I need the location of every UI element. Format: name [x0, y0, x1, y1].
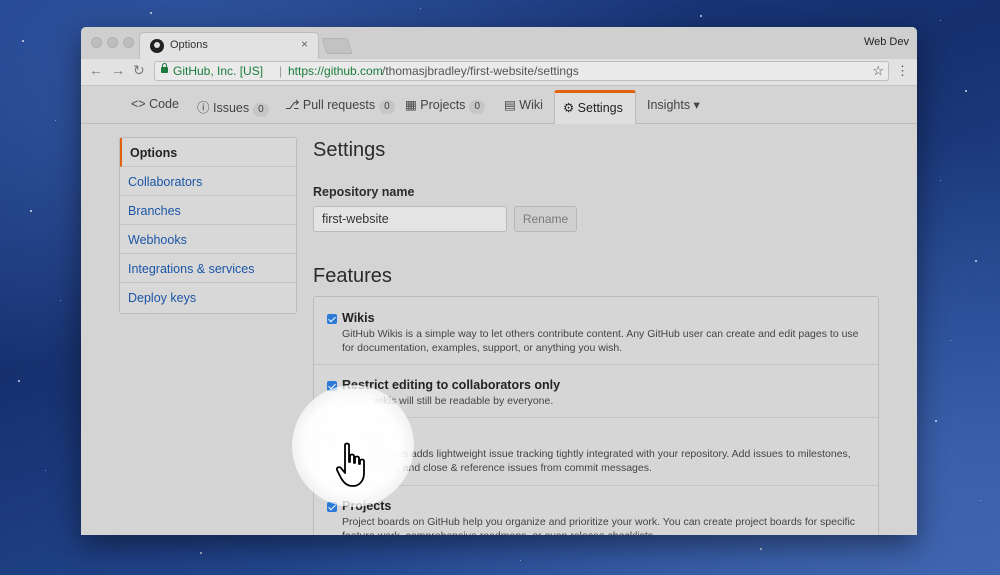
feature-description: Project boards on GitHub help you organi…: [342, 516, 856, 535]
browser-toolbar: ← → ↻ GitHub, Inc. [US] | https://github…: [81, 59, 917, 86]
tab-projects-label: ▦ Projects: [405, 98, 466, 112]
feature-issues: Issues GitHub Issues adds lightweight is…: [314, 418, 878, 486]
browser-menu-icon[interactable]: ⋮: [896, 63, 909, 79]
back-icon[interactable]: ←: [89, 62, 103, 78]
settings-sidebar: Options Collaborators Branches Webhooks …: [119, 137, 297, 314]
tab-pulls-label: ⎇ Pull requests: [285, 98, 376, 112]
sidebar-item-webhooks[interactable]: Webhooks: [120, 225, 296, 254]
lock-icon: [161, 63, 168, 73]
projects-counter: 0: [469, 100, 485, 114]
rename-button[interactable]: Rename: [514, 206, 577, 232]
restrict-editing-checkbox[interactable]: [327, 381, 337, 391]
repo-name-label: Repository name: [313, 185, 415, 199]
tab-settings-label: ⚙ Settings: [563, 101, 623, 115]
wikis-checkbox[interactable]: [327, 314, 337, 324]
features-box: Wikis GitHub Wikis is a simple way to le…: [313, 296, 879, 535]
tab-code[interactable]: <> Code: [131, 97, 179, 111]
reload-icon[interactable]: ↻: [133, 62, 145, 79]
tab-wiki[interactable]: ▤ Wiki: [504, 97, 543, 112]
browser-window: Options × Web Dev ← → ↻ GitHub, Inc. [US…: [81, 27, 917, 535]
close-tab-icon[interactable]: ×: [301, 37, 308, 51]
sidebar-item-integrations[interactable]: Integrations & services: [120, 254, 296, 283]
issues-counter: 0: [253, 103, 269, 117]
page-title: Settings: [313, 139, 386, 161]
tab-issues-label: ⓘ Issues: [197, 101, 250, 115]
feature-name: Wikis: [342, 311, 375, 325]
page-content: <> Code ⓘ Issues 0 ⎇ Pull requests 0 ▦ Pro…: [81, 86, 917, 535]
hand-cursor-icon: [336, 442, 365, 487]
browser-tab[interactable]: Options ×: [139, 32, 319, 59]
zoom-window-button[interactable]: [123, 37, 134, 48]
sidebar-item-collaborators[interactable]: Collaborators: [120, 167, 296, 196]
feature-description: GitHub Wikis is a simple way to let othe…: [342, 328, 859, 354]
tab-pull-requests[interactable]: ⎇ Pull requests 0: [285, 97, 395, 114]
tab-title: Options: [170, 39, 208, 51]
repo-nav: <> Code ⓘ Issues 0 ⎇ Pull requests 0 ▦ Pro…: [81, 86, 917, 124]
new-tab-button[interactable]: [321, 38, 353, 54]
feature-projects: Projects Project boards on GitHub help y…: [314, 486, 878, 535]
projects-checkbox[interactable]: [327, 502, 337, 512]
feature-description: GitHub Issues adds lightweight issue tra…: [342, 448, 851, 474]
sidebar-item-deploy-keys[interactable]: Deploy keys: [120, 283, 296, 312]
repo-name-input[interactable]: first-website: [313, 206, 507, 232]
tab-projects[interactable]: ▦ Projects 0: [405, 97, 485, 114]
feature-description: Public wikis will still be readable by e…: [342, 395, 554, 407]
pulls-counter: 0: [379, 100, 395, 114]
tab-issues[interactable]: ⓘ Issues 0: [197, 97, 269, 117]
bookmark-star-icon[interactable]: ☆: [872, 62, 884, 80]
feature-name: Projects: [342, 499, 392, 513]
github-icon: [150, 39, 164, 53]
tab-settings[interactable]: ⚙ Settings: [554, 90, 636, 124]
feature-name: Restrict editing to collaborators only: [342, 378, 561, 392]
url-separator: |: [279, 64, 283, 78]
address-bar[interactable]: GitHub, Inc. [US] | https://github.com /…: [154, 61, 889, 81]
sidebar-item-options[interactable]: Options: [120, 138, 296, 167]
title-bar: Options × Web Dev: [81, 27, 917, 59]
profile-name[interactable]: Web Dev: [864, 36, 909, 48]
url-path: /thomasjbradley/first-website/settings: [382, 64, 579, 78]
features-title: Features: [313, 265, 392, 287]
feature-wikis: Wikis GitHub Wikis is a simple way to le…: [314, 297, 878, 365]
url-host: https://github.com: [288, 64, 383, 78]
close-window-button[interactable]: [91, 37, 102, 48]
sidebar-item-branches[interactable]: Branches: [120, 196, 296, 225]
feature-restrict-editing: Restrict editing to collaborators only P…: [314, 365, 878, 418]
forward-icon[interactable]: →: [111, 62, 125, 78]
tab-insights[interactable]: Insights ▾: [647, 97, 700, 112]
minimize-window-button[interactable]: [107, 37, 118, 48]
secure-label: GitHub, Inc. [US]: [173, 64, 264, 78]
